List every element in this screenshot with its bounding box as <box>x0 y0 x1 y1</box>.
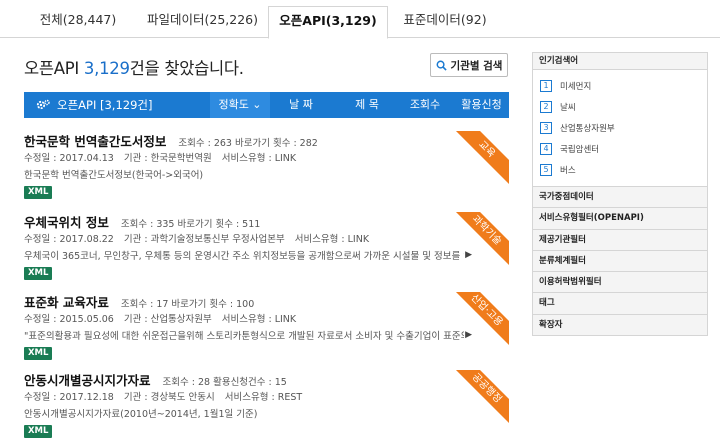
institution-search-button[interactable]: 기관별 검색 <box>430 53 508 77</box>
filter-license[interactable]: 이용허락범위필터 <box>533 271 707 293</box>
rank-number: 4 <box>540 142 552 155</box>
result-type-tabs: 전체(28,447) 파일데이터(25,226) 오픈API(3,129) 표준… <box>0 0 720 39</box>
popular-keyword[interactable]: 1 미세먼지 <box>540 75 707 96</box>
filter-sidebar: 인기검색어 1 미세먼지 2 날씨 3 산업통상자원부 4 국립암센터 5 버스 국가중점… <box>532 52 708 337</box>
rank-number: 2 <box>540 100 552 113</box>
result-title-link[interactable]: 안동시개별공시지가자료 <box>24 373 151 388</box>
popular-keyword[interactable]: 5 버스 <box>540 159 707 180</box>
result-org: 기관 : 과학기술정보통신부 우정사업본부 <box>123 234 285 245</box>
keyword-label: 산업통상자원부 <box>560 123 615 134</box>
sort-accuracy[interactable]: 정확도 ⌄ <box>210 92 270 118</box>
result-stats: 조회수 : 17 바로가기 횟수 : 100 <box>120 299 255 310</box>
result-title-link[interactable]: 표준화 교육자료 <box>24 295 109 310</box>
filter-provider[interactable]: 제공기관필터 <box>533 228 707 250</box>
result-title-row: 표준화 교육자료 조회수 : 17 바로가기 횟수 : 100 <box>24 292 254 311</box>
result-item: 한국문학 번역출간도서정보 조회수 : 263 바로가기 횟수 : 282 수정일… <box>24 131 509 208</box>
filter-service-type[interactable]: 서비스유형필터(OPENAPI) <box>533 207 707 229</box>
gear-icon <box>36 99 50 110</box>
rank-number: 3 <box>540 121 552 134</box>
expand-arrow-icon[interactable]: ▶ <box>465 250 472 260</box>
result-service-type: 서비스유형 : LINK <box>294 234 370 245</box>
tab-open-api[interactable]: 오픈API(3,129) <box>268 6 388 39</box>
result-description: 우체국이 365코너, 무인창구, 우체통 등의 운영시간 주소 위치정보등을 … <box>24 251 464 262</box>
popular-keywords-list: 1 미세먼지 2 날씨 3 산업통상자원부 4 국립암센터 5 버스 <box>533 70 707 186</box>
result-title-row: 안동시개별공시지가자료 조회수 : 28 활용신청건수 : 15 <box>24 370 287 389</box>
result-count: 3,129 <box>83 59 130 78</box>
keyword-label: 국립암센터 <box>560 144 600 155</box>
popular-keyword[interactable]: 4 국립암센터 <box>540 138 707 159</box>
popular-keyword[interactable]: 3 산업통상자원부 <box>540 117 707 138</box>
sort-usage[interactable]: 활용신청 <box>454 92 509 118</box>
result-date: 수정일 : 2015.05.06 <box>24 314 114 325</box>
heading-prefix: 오픈API <box>24 59 84 78</box>
sort-title[interactable]: 제 목 <box>337 92 397 118</box>
rank-number: 5 <box>540 163 552 176</box>
result-service-type: 서비스유형 : LINK <box>221 153 297 164</box>
result-title-link[interactable]: 한국문학 번역출간도서정보 <box>24 134 166 149</box>
result-meta: 수정일 : 2017.04.13 기관 : 한국문학번역원 서비스유형 : LINK <box>24 150 306 164</box>
result-item: 표준화 교육자료 조회수 : 17 바로가기 횟수 : 100 수정일 : 201… <box>24 292 509 369</box>
result-item: 우체국위치 정보 조회수 : 335 바로가기 횟수 : 511 수정일 : 20… <box>24 212 509 289</box>
result-stats: 조회수 : 28 활용신청건수 : 15 <box>162 377 287 388</box>
tab-file-data[interactable]: 파일데이터(25,226) <box>140 6 265 38</box>
result-org: 기관 : 한국문학번역원 <box>123 153 212 164</box>
sort-date[interactable]: 날 짜 <box>270 92 332 118</box>
result-meta: 수정일 : 2017.12.18 기관 : 경상북도 안동시 서비스유형 : RES… <box>24 389 312 403</box>
heading-suffix: 건을 찾았습니다. <box>129 59 244 78</box>
keyword-label: 미세먼지 <box>560 81 592 92</box>
result-title-link[interactable]: 우체국위치 정보 <box>24 215 109 230</box>
popular-keywords-title: 인기검색어 <box>533 53 707 70</box>
format-badge-xml[interactable]: XML <box>24 186 53 199</box>
result-title-row: 한국문학 번역출간도서정보 조회수 : 263 바로가기 횟수 : 282 <box>24 131 318 150</box>
result-description: 한국문학 번역출간도서정보(한국어->외국어) <box>24 170 204 181</box>
institution-search-label: 기관별 검색 <box>450 59 503 72</box>
format-badge-xml[interactable]: XML <box>24 425 53 438</box>
result-service-type: 서비스유형 : LINK <box>221 314 297 325</box>
search-icon <box>436 60 447 71</box>
result-title-row: 우체국위치 정보 조회수 : 335 바로가기 횟수 : 511 <box>24 212 260 231</box>
result-org: 기관 : 경상북도 안동시 <box>123 392 215 403</box>
result-meta: 수정일 : 2015.05.06 기관 : 산업통상자원부 서비스유형 : LINK <box>24 311 306 325</box>
filter-extension[interactable]: 확장자 <box>533 313 707 336</box>
result-description: 안동시개별공시지가자료(2010년~2014년, 1월1일 기준) <box>24 409 258 420</box>
result-header-bar: 오픈API [3,129건] 정확도 ⌄ 날 짜 제 목 조회수 활용신청 <box>24 92 509 118</box>
format-badge-xml[interactable]: XML <box>24 347 53 360</box>
keyword-label: 버스 <box>560 165 576 176</box>
bar-title-text: 오픈API [3,129건] <box>57 98 153 112</box>
format-badge-xml[interactable]: XML <box>24 267 53 280</box>
expand-arrow-icon[interactable]: ▶ <box>465 330 472 340</box>
result-stats: 조회수 : 263 바로가기 횟수 : 282 <box>178 138 318 149</box>
filter-tag[interactable]: 태그 <box>533 292 707 314</box>
result-heading: 오픈API 3,129건을 찾았습니다. <box>24 55 244 79</box>
rank-number: 1 <box>540 79 552 92</box>
tab-standard-data[interactable]: 표준데이터(92) <box>390 6 500 38</box>
result-date: 수정일 : 2017.12.18 <box>24 392 114 403</box>
result-org: 기관 : 산업통상자원부 <box>123 314 212 325</box>
result-stats: 조회수 : 335 바로가기 횟수 : 511 <box>120 219 261 230</box>
result-description: "표준의활용과 필요성에 대한 쉬운접근을위해 스토리카툰형식으로 개발된 자료… <box>24 331 464 342</box>
result-item: 안동시개별공시지가자료 조회수 : 28 활용신청건수 : 15 수정일 : 20… <box>24 370 509 447</box>
result-service-type: 서비스유형 : REST <box>224 392 303 403</box>
sort-views[interactable]: 조회수 <box>397 92 453 118</box>
result-meta: 수정일 : 2017.08.22 기관 : 과학기술정보통신부 우정사업본부 서비스… <box>24 231 379 245</box>
filter-national-key-data[interactable]: 국가중점데이터 <box>533 186 707 208</box>
keyword-label: 날씨 <box>560 102 576 113</box>
result-date: 수정일 : 2017.04.13 <box>24 153 114 164</box>
filter-classification[interactable]: 분류체계필터 <box>533 249 707 272</box>
tab-all[interactable]: 전체(28,447) <box>28 6 128 38</box>
popular-keyword[interactable]: 2 날씨 <box>540 96 707 117</box>
bar-title: 오픈API [3,129건] <box>36 92 152 118</box>
result-date: 수정일 : 2017.08.22 <box>24 234 114 245</box>
